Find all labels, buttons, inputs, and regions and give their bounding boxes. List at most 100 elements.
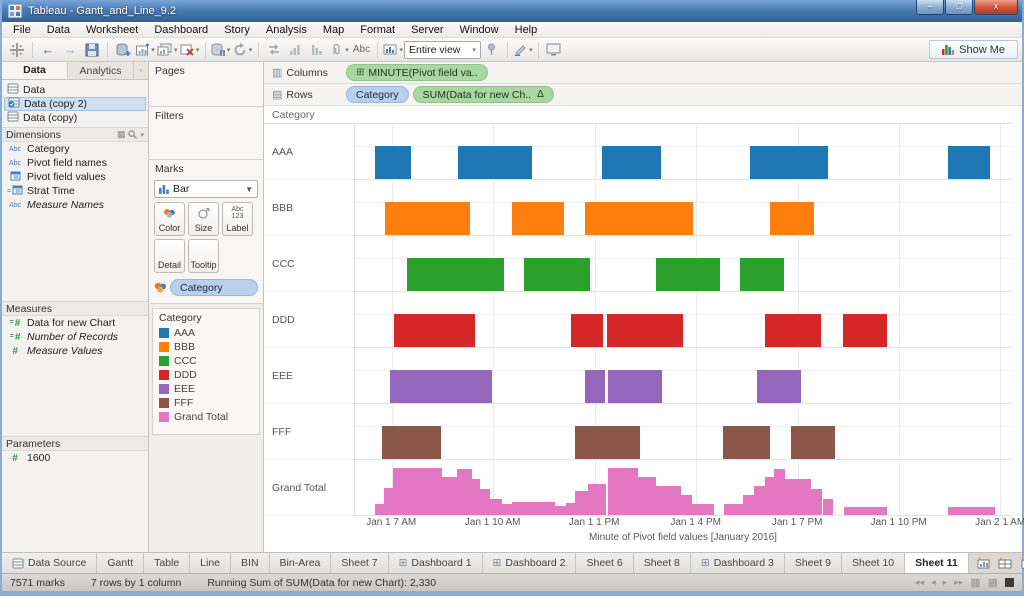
pause-updates-button[interactable]: ▾ [211, 40, 231, 60]
histogram-bar[interactable] [822, 499, 834, 515]
fix-axes-button[interactable] [482, 40, 502, 60]
filters-shelf[interactable]: Filters [149, 107, 263, 160]
measure-measure-values[interactable]: # Measure Values [2, 344, 148, 358]
histogram-bar[interactable] [512, 501, 555, 515]
undo-button[interactable]: ← [38, 40, 58, 60]
sheet-tab-sheet-7[interactable]: Sheet 7 [331, 553, 389, 573]
gantt-bar[interactable] [770, 202, 815, 235]
dimensions-header[interactable]: Dimensions ▦ ▾ [2, 127, 148, 142]
new-story-icon[interactable] [1020, 557, 1024, 569]
histogram-bar[interactable] [742, 495, 754, 515]
gantt-bar[interactable] [407, 258, 504, 291]
menu-window[interactable]: Window [453, 23, 506, 37]
histogram-bar[interactable] [383, 487, 394, 515]
histogram-bar[interactable] [844, 506, 887, 515]
histogram-bar[interactable] [811, 489, 823, 515]
sheet-sorter-icon[interactable] [1005, 578, 1014, 587]
dimension-strat-time[interactable]: = Strat Time [2, 184, 148, 198]
gantt-bar[interactable] [375, 146, 411, 179]
row-label-grand-total[interactable]: Grand Total [264, 460, 354, 516]
gantt-bar[interactable] [458, 146, 533, 179]
view-grid-icon[interactable]: ▦ [117, 129, 126, 140]
color-button[interactable]: Color [154, 202, 185, 236]
sheet-tab-sheet-10[interactable]: Sheet 10 [842, 553, 906, 573]
show-me-button[interactable]: Show Me [929, 40, 1018, 59]
dimension-pivot-field-values[interactable]: Pivot field values [2, 170, 148, 184]
gantt-bar[interactable] [390, 370, 492, 403]
histogram-bar[interactable] [656, 486, 682, 515]
gantt-bar[interactable] [608, 370, 663, 403]
highlight-button[interactable]: ▾ [513, 40, 533, 60]
dimension-measure-names[interactable]: Abc Measure Names [2, 198, 148, 212]
new-dashboard-icon[interactable] [998, 557, 1012, 569]
histogram-bar[interactable] [753, 486, 765, 515]
gantt-bar[interactable] [947, 146, 991, 179]
menu-story[interactable]: Story [217, 23, 257, 37]
histogram-bar[interactable] [501, 504, 513, 515]
row-label-ccc[interactable]: CCC [264, 236, 354, 292]
title-bar[interactable]: Tableau - Gantt_and_Line_9.2 – □ x [2, 0, 1022, 22]
marks-pill-category[interactable]: Category [170, 279, 258, 296]
gantt-bar[interactable] [393, 314, 475, 347]
histogram-bar[interactable] [692, 504, 715, 515]
show-tabs-icon[interactable]: ▦ [970, 576, 980, 589]
histogram-bar[interactable] [393, 467, 442, 515]
sheet-tab-bin-area[interactable]: Bin-Area [269, 553, 332, 573]
tab-analytics[interactable]: Analytics [68, 62, 134, 79]
sheet-tab-dashboard-3[interactable]: ⊞ Dashboard 3 [690, 553, 785, 573]
sheet-tab-sheet-9[interactable]: Sheet 9 [784, 553, 843, 573]
gantt-bar[interactable] [523, 258, 590, 291]
save-button[interactable] [82, 40, 102, 60]
gantt-bar[interactable] [601, 146, 661, 179]
pages-shelf[interactable]: Pages [149, 62, 263, 107]
fit-button[interactable]: ▾ [383, 40, 403, 60]
histogram-bar[interactable] [681, 495, 693, 515]
gantt-bar[interactable] [790, 426, 835, 459]
parameter-1600[interactable]: #1600 [2, 451, 148, 465]
rows-pill-category[interactable]: Category [346, 86, 409, 103]
histogram-bar[interactable] [566, 502, 575, 515]
gantt-bar[interactable] [382, 426, 442, 459]
histogram-bar[interactable] [784, 479, 812, 515]
histogram-bar[interactable] [587, 484, 606, 515]
columns-shelf[interactable]: ▥ Columns ⊞ MINUTE(Pivot field va.. [264, 62, 1022, 84]
row-label-fff[interactable]: FFF [264, 404, 354, 460]
sheet-tab-sheet-8[interactable]: Sheet 8 [633, 553, 691, 573]
datasource-data[interactable]: Data [4, 83, 146, 97]
row-label-bbb[interactable]: BBB [264, 180, 354, 236]
measure-data-for-new-chart[interactable]: =# Data for new Chart [2, 316, 148, 330]
gantt-bar[interactable] [756, 370, 801, 403]
prev-sheet-icon[interactable]: ◂ [931, 577, 936, 588]
sheet-tab-gantt[interactable]: Gantt [97, 553, 145, 573]
histogram-bar[interactable] [764, 477, 774, 515]
histogram-bar[interactable] [607, 467, 639, 515]
swap-rows-columns-button[interactable] [264, 40, 284, 60]
gantt-bar[interactable] [574, 426, 641, 459]
legend-item-aaa[interactable]: AAA [153, 326, 259, 340]
row-label-eee[interactable]: EEE [264, 348, 354, 404]
run-update-button[interactable]: ▾ [233, 40, 253, 60]
measure-number-of-records[interactable]: =# Number of Records [2, 330, 148, 344]
histogram-bar[interactable] [456, 468, 472, 515]
legend-item-fff[interactable]: FFF [153, 396, 259, 410]
menu-file[interactable]: File [6, 23, 38, 37]
menu-dashboard[interactable]: Dashboard [147, 23, 215, 37]
gantt-bar[interactable] [655, 258, 720, 291]
mark-type-dropdown[interactable]: Bar ▼ [154, 180, 258, 198]
histogram-bar[interactable] [723, 504, 743, 515]
presentation-mode-button[interactable] [544, 40, 564, 60]
gantt-bar[interactable] [606, 314, 683, 347]
group-members-button[interactable]: ▾ [330, 40, 350, 60]
menu-map[interactable]: Map [316, 23, 351, 37]
menu-server[interactable]: Server [404, 23, 450, 37]
datasource-data-copy-2-[interactable]: Data (copy 2) [4, 97, 146, 111]
add-data-button[interactable] [113, 40, 133, 60]
menu-help[interactable]: Help [508, 23, 545, 37]
sheet-tab-sheet-6[interactable]: Sheet 6 [576, 553, 634, 573]
menu-worksheet[interactable]: Worksheet [79, 23, 145, 37]
sheet-tab-bin[interactable]: BIN [231, 553, 270, 573]
clear-sheet-button[interactable]: ▾ [180, 40, 200, 60]
histogram-bar[interactable] [554, 506, 567, 515]
sort-descending-button[interactable] [308, 40, 328, 60]
sheet-tab-sheet-11[interactable]: Sheet 11 [905, 553, 969, 573]
